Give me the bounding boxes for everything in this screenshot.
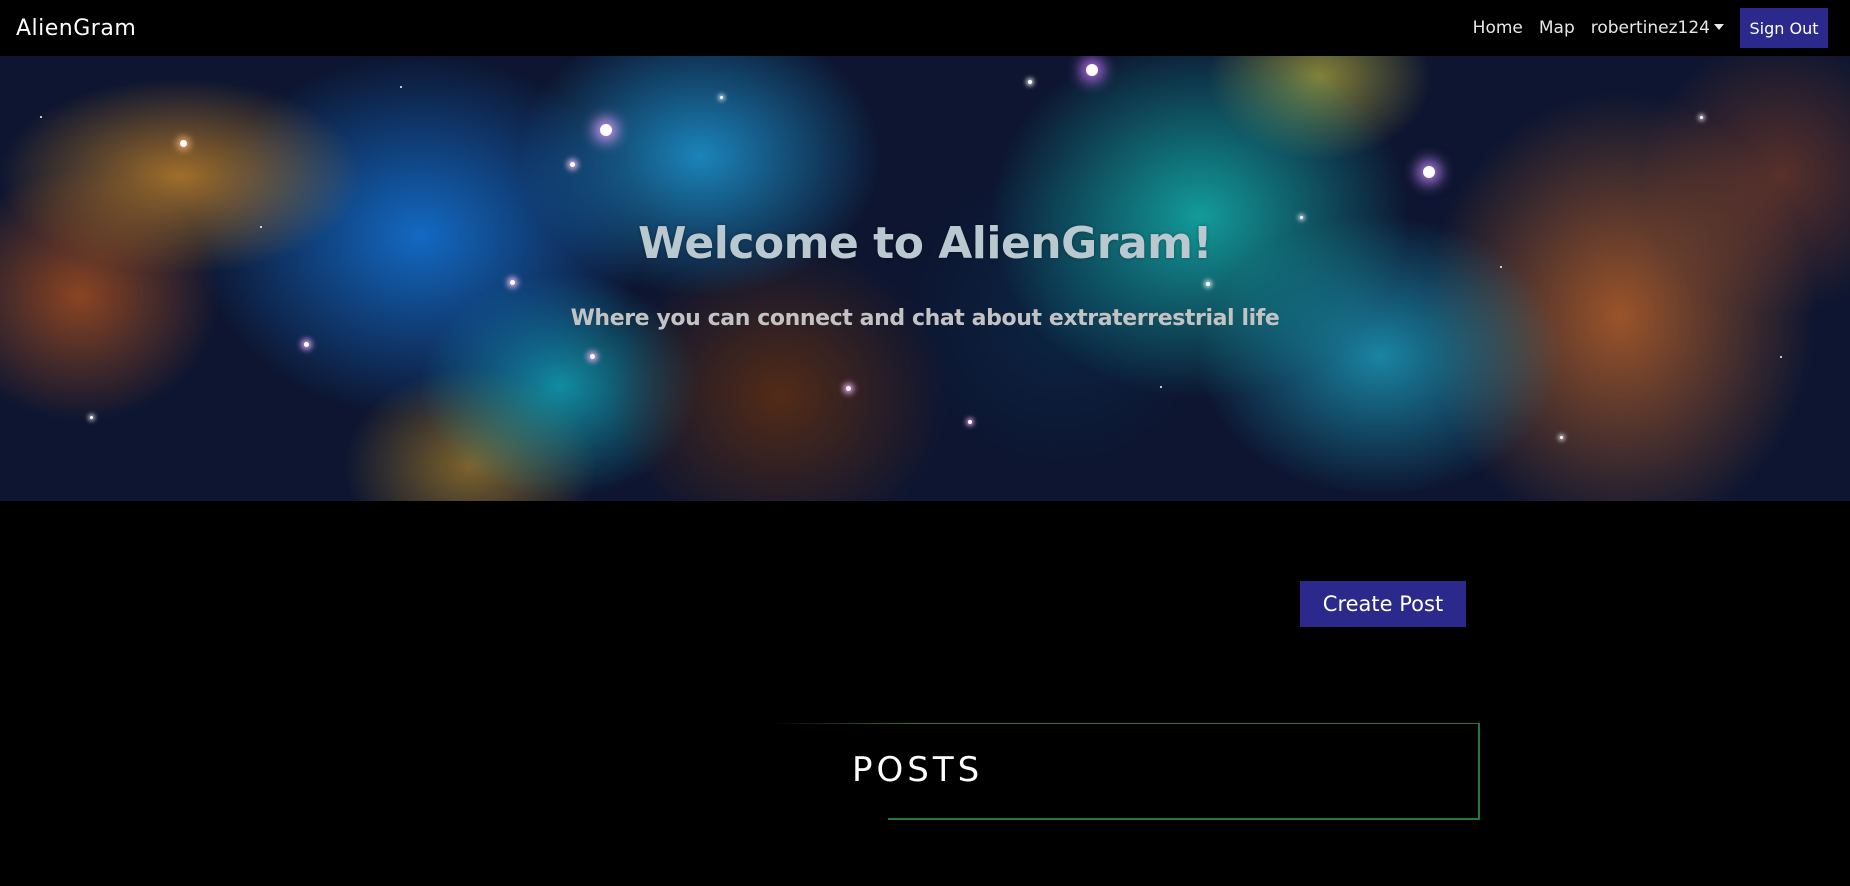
navbar: AlienGram Home Map robertinez124 Sign Ou… — [0, 0, 1850, 56]
star — [846, 386, 851, 391]
caret-down-icon — [1714, 24, 1724, 30]
star — [590, 354, 595, 359]
star — [1560, 436, 1563, 439]
create-post-button[interactable]: Create Post — [1300, 581, 1466, 627]
star — [1206, 282, 1210, 286]
user-menu-label: robertinez124 — [1590, 18, 1710, 38]
star — [720, 96, 723, 99]
hero-banner: Welcome to AlienGram! Where you can conn… — [0, 56, 1850, 501]
posts-border-top — [770, 723, 1480, 724]
user-menu-dropdown[interactable]: robertinez124 — [1591, 18, 1724, 38]
star — [90, 416, 93, 419]
posts-border-right — [1478, 723, 1480, 820]
star — [1423, 166, 1435, 178]
star — [1160, 386, 1162, 388]
hero-subtitle: Where you can connect and chat about ext… — [570, 306, 1280, 331]
brand-logo[interactable]: AlienGram — [16, 16, 136, 41]
star — [510, 280, 515, 285]
posts-heading: POSTS — [852, 750, 984, 790]
star — [1700, 116, 1703, 119]
star — [40, 116, 42, 118]
star — [570, 162, 575, 167]
posts-border-bottom — [888, 818, 1480, 820]
star — [400, 86, 402, 88]
star — [600, 124, 612, 136]
star — [180, 140, 187, 147]
nav-link-map[interactable]: Map — [1539, 18, 1575, 38]
posts-section: POSTS — [770, 723, 1480, 820]
star — [1086, 64, 1098, 76]
star — [1780, 356, 1782, 358]
nav-link-home[interactable]: Home — [1473, 18, 1523, 38]
star — [1028, 80, 1032, 84]
star — [304, 342, 309, 347]
sign-out-button[interactable]: Sign Out — [1740, 8, 1828, 48]
star — [968, 420, 972, 424]
hero-title: Welcome to AlienGram! — [637, 218, 1213, 269]
nav-menu: Home Map robertinez124 Sign Out — [1473, 8, 1828, 48]
